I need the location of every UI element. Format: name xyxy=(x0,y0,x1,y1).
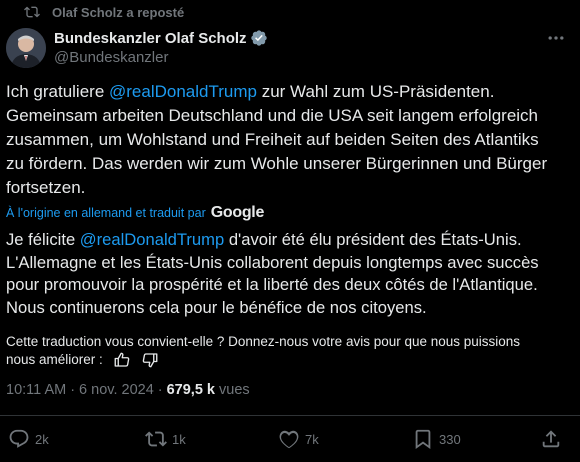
translation-origin-label: À l'origine en allemand et traduit par xyxy=(6,206,206,220)
translated-mention-link[interactable]: @realDonaldTrump xyxy=(80,230,224,249)
more-icon xyxy=(548,36,564,40)
feedback-question-end: nous améliorer : xyxy=(6,352,103,367)
author-block[interactable]: Bundeskanzler Olaf Scholz @Bundeskanzler xyxy=(54,28,268,66)
share-icon xyxy=(542,430,560,448)
author-handle[interactable]: @Bundeskanzler xyxy=(54,49,268,66)
reply-button[interactable]: 2k xyxy=(8,428,49,450)
repost-indicator[interactable]: Olaf Scholz a reposté xyxy=(24,3,184,21)
translated-text: Je félicite @realDonaldTrump d'avoir été… xyxy=(6,229,571,319)
repost-icon xyxy=(145,431,167,447)
avatar[interactable] xyxy=(6,28,46,68)
feedback-question: Cette traduction vous convient-elle ? Do… xyxy=(6,334,521,349)
repost-count: 1k xyxy=(172,431,186,447)
repost-icon xyxy=(24,6,40,18)
reply-count: 2k xyxy=(35,431,49,447)
divider xyxy=(0,415,580,416)
repost-label: Olaf Scholz a reposté xyxy=(52,4,185,20)
like-button[interactable]: 7k xyxy=(278,428,319,450)
thumbs-down-button[interactable] xyxy=(141,351,159,369)
bookmark-count: 330 xyxy=(439,431,461,447)
tweet-text: Ich gratuliere @realDonaldTrump zur Wahl… xyxy=(6,80,561,200)
like-count: 7k xyxy=(305,431,319,447)
share-button[interactable] xyxy=(540,428,562,455)
reply-icon xyxy=(9,429,29,448)
translated-text-start: Je félicite xyxy=(6,230,80,249)
meta-separator: · xyxy=(70,382,76,398)
action-bar: 2k 1k 7k 330 xyxy=(0,428,580,454)
google-logo: Google xyxy=(210,204,265,221)
translation-source[interactable]: À l'origine en allemand et traduit par G… xyxy=(6,204,264,222)
tweet-meta: 10:11 AM · 6 nov. 2024 · 679,5 k vues xyxy=(6,382,250,398)
tweet-text-start: Ich gratuliere xyxy=(6,82,109,101)
bookmark-button[interactable]: 330 xyxy=(412,428,461,450)
avatar-image xyxy=(6,28,46,68)
heart-icon xyxy=(279,430,299,449)
repost-button[interactable]: 1k xyxy=(145,428,186,450)
post-time[interactable]: 10:11 AM xyxy=(6,382,66,398)
views-count: 679,5 k xyxy=(166,382,215,398)
thumbs-up-button[interactable] xyxy=(113,351,131,369)
post-date[interactable]: 6 nov. 2024 xyxy=(79,382,154,398)
bookmark-icon xyxy=(415,429,431,450)
author-name[interactable]: Bundeskanzler Olaf Scholz xyxy=(54,30,247,47)
thumbs-down-icon xyxy=(142,353,158,368)
mention-link[interactable]: @realDonaldTrump xyxy=(109,82,257,101)
thumbs-up-icon xyxy=(114,352,130,367)
meta-separator: · xyxy=(157,382,163,398)
views-label: vues xyxy=(219,382,250,398)
verified-badge-icon xyxy=(250,30,267,46)
translation-feedback: Cette traduction vous convient-elle ? Do… xyxy=(6,333,571,369)
more-options-button[interactable] xyxy=(546,28,566,48)
